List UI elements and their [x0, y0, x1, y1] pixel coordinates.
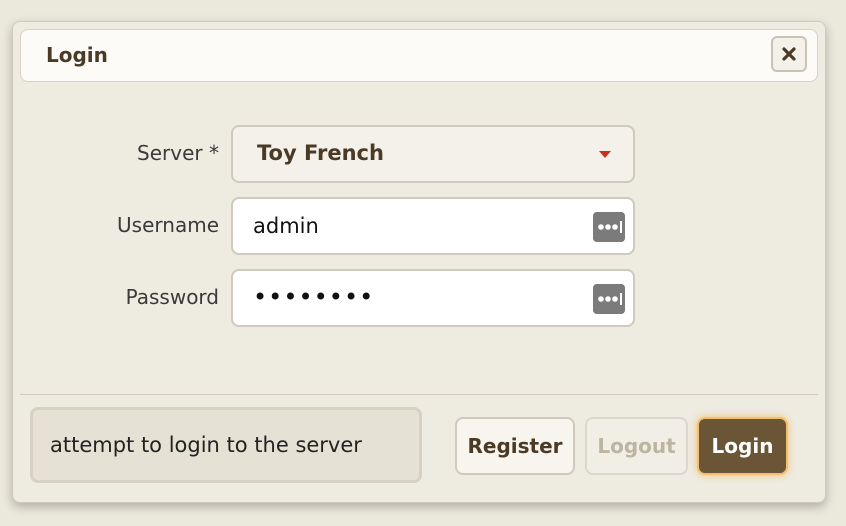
- server-label: Server *: [137, 141, 219, 165]
- server-select-value: Toy French: [257, 141, 384, 165]
- dialog-titlebar: Login: [20, 29, 818, 82]
- username-value: admin: [253, 214, 319, 238]
- close-icon: [782, 47, 796, 61]
- password-input[interactable]: ••••••••: [231, 269, 635, 327]
- password-manager-icon[interactable]: [593, 212, 625, 242]
- username-label: Username: [117, 213, 219, 237]
- dialog-title: Login: [46, 43, 108, 67]
- username-input[interactable]: admin: [231, 197, 635, 255]
- login-button[interactable]: Login: [697, 417, 788, 475]
- status-message-box: attempt to login to the server: [30, 407, 422, 483]
- password-label: Password: [125, 285, 219, 309]
- register-button[interactable]: Register: [455, 417, 575, 475]
- status-message: attempt to login to the server: [50, 433, 362, 457]
- logout-button[interactable]: Logout: [585, 417, 688, 475]
- dropdown-arrow-icon: [599, 151, 611, 158]
- password-value: ••••••••: [253, 283, 375, 311]
- login-dialog: Login Server * Toy French Username admin…: [12, 21, 826, 503]
- footer-divider: [20, 394, 818, 395]
- server-select[interactable]: Toy French: [231, 125, 635, 183]
- close-button[interactable]: [771, 36, 807, 72]
- password-manager-icon[interactable]: [593, 284, 625, 314]
